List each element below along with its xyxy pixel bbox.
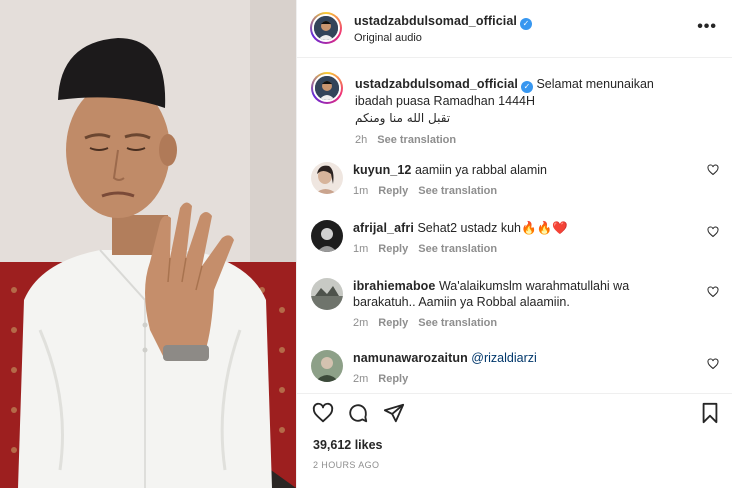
caption-time: 2h <box>355 134 368 146</box>
likes-count[interactable]: 39,612 likes <box>313 438 383 452</box>
avatar-photo <box>315 76 339 100</box>
avatar-photo <box>311 350 343 382</box>
reply-button[interactable]: Reply <box>378 243 408 255</box>
comment-body: kuyun_12 aamiin ya rabbal alamin 1m Reply… <box>353 162 673 199</box>
reply-button[interactable]: Reply <box>378 373 408 385</box>
comment-icon[interactable] <box>347 402 369 424</box>
bookmark-icon[interactable] <box>699 402 721 424</box>
caption-avatar[interactable] <box>311 72 343 104</box>
heart-icon[interactable] <box>312 402 334 424</box>
commenter-avatar[interactable] <box>311 350 343 382</box>
more-options-icon[interactable]: ••• <box>697 18 717 36</box>
comment-username[interactable]: namunawarozaitun <box>353 351 468 365</box>
commenter-avatar[interactable] <box>311 162 343 194</box>
comment-body: afrijal_afri Sehat2 ustadz kuh🔥🔥❤️ 1m Rep… <box>353 220 673 257</box>
share-icon[interactable] <box>383 402 405 424</box>
post-caption: ustadzabdulsomad_official ✓ Selamat menun… <box>355 76 715 148</box>
author-avatar[interactable] <box>310 12 342 44</box>
author-username[interactable]: ustadzabdulsomad_official <box>354 14 517 28</box>
caption-username[interactable]: ustadzabdulsomad_official <box>355 77 518 91</box>
comment-text: aamiin ya rabbal alamin <box>414 163 547 177</box>
original-audio-link[interactable]: Original audio <box>354 32 422 44</box>
comment-time: 1m <box>353 243 369 255</box>
see-translation-link[interactable]: See translation <box>377 134 456 146</box>
comment-like-heart-icon[interactable] <box>707 164 719 176</box>
comment-time: 1m <box>353 185 369 197</box>
verified-badge-icon: ✓ <box>519 18 532 30</box>
avatar-photo <box>311 220 343 252</box>
commenter-avatar[interactable] <box>311 220 343 252</box>
comment-text: Sehat2 ustadz kuh🔥🔥❤️ <box>417 221 568 235</box>
post-media[interactable] <box>0 0 296 488</box>
comment-username[interactable]: kuyun_12 <box>353 163 411 177</box>
caption-arabic-text: تقبل الله منا ومنكم <box>355 111 451 125</box>
post-photo <box>0 0 296 488</box>
comment-mention-link[interactable]: @rizaldiarzi <box>471 351 536 365</box>
reply-button[interactable]: Reply <box>378 185 408 197</box>
comment-like-heart-icon[interactable] <box>707 226 719 238</box>
avatar-photo <box>314 16 338 40</box>
comment-username[interactable]: ibrahiemaboe <box>353 279 435 293</box>
post-header: ustadzabdulsomad_official ✓ Original audi… <box>297 0 732 58</box>
caption-meta: 2h See translation <box>355 132 715 148</box>
comment-like-heart-icon[interactable] <box>707 358 719 370</box>
see-translation-link[interactable]: See translation <box>418 243 497 255</box>
comment-body: namunawarozaitun @rizaldiarzi 2m Reply <box>353 350 673 387</box>
comment-body: ibrahiemaboe Wa'alaikumslm warahmatullah… <box>353 278 693 331</box>
avatar-photo <box>311 162 343 194</box>
reply-button[interactable]: Reply <box>378 317 408 329</box>
verified-badge-icon: ✓ <box>520 81 533 93</box>
comment-like-heart-icon[interactable] <box>707 286 719 298</box>
avatar-photo <box>311 278 343 310</box>
comment-time: 2m <box>353 317 369 329</box>
comment-time: 2m <box>353 373 369 385</box>
commenter-avatar[interactable] <box>311 278 343 310</box>
see-translation-link[interactable]: See translation <box>418 317 497 329</box>
post-time-ago: 2 HOURS AGO <box>313 460 380 470</box>
see-translation-link[interactable]: See translation <box>418 185 497 197</box>
post-panel: ustadzabdulsomad_official ✓ Original audi… <box>296 0 732 488</box>
comment-username[interactable]: afrijal_afri <box>353 221 414 235</box>
post-actions-bar: 39,612 likes 2 HOURS AGO <box>297 393 732 488</box>
